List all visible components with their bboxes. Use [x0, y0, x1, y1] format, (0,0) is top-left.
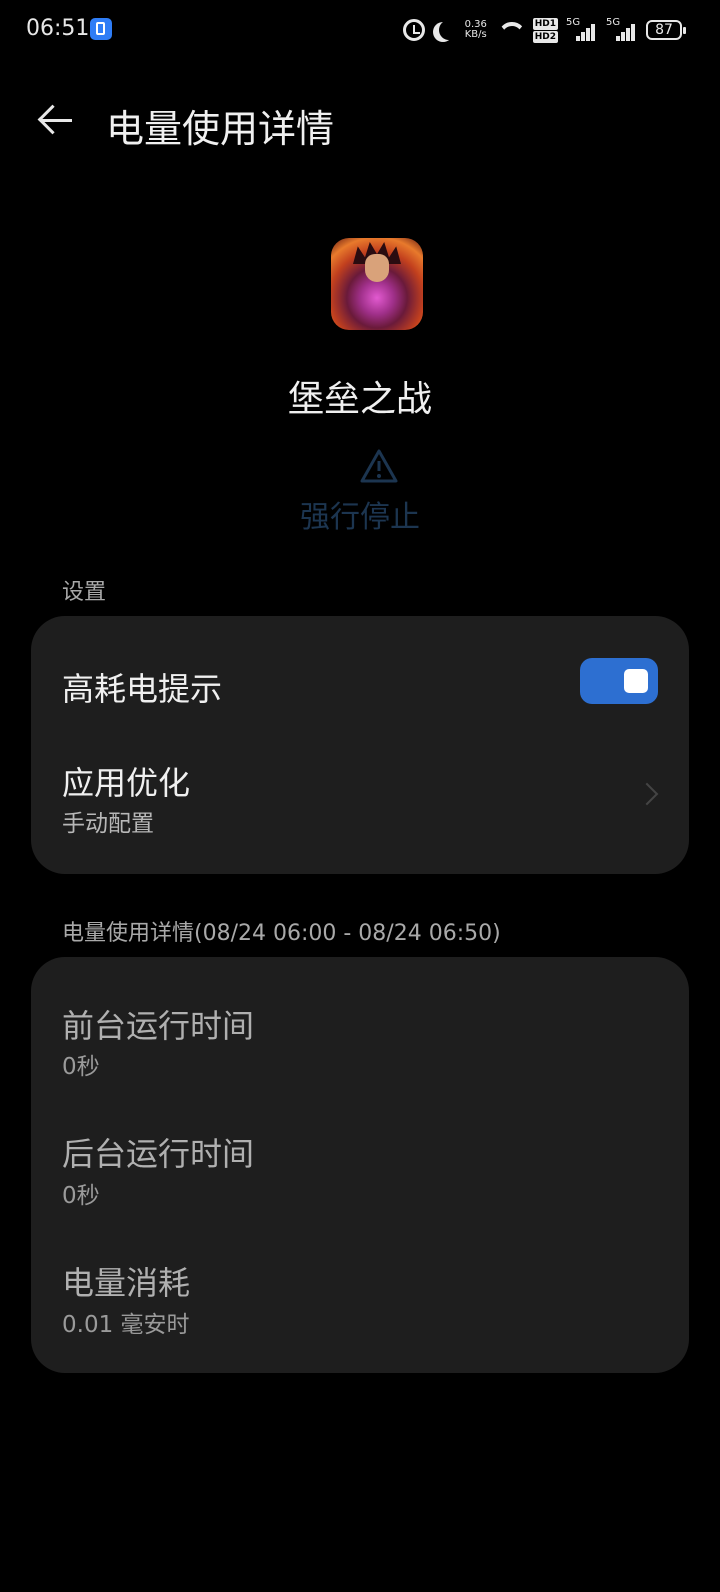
sig2-label: 5G: [606, 17, 621, 28]
page-title: 电量使用详情: [106, 107, 335, 151]
high-power-alert-toggle[interactable]: [580, 658, 658, 704]
usage-section-label: 电量使用详情(08/24 06:00 - 08/24 06:50): [62, 921, 501, 946]
background-time-value: 0秒: [62, 1183, 100, 1209]
network-speed: 0.36 KB/s: [461, 20, 491, 40]
hd-badge: HD1 HD2: [532, 17, 558, 43]
warning-icon: [360, 449, 398, 483]
foreground-time-label: 前台运行时间: [62, 1007, 255, 1045]
chevron-right-icon: [635, 782, 659, 806]
settings-section-label: 设置: [62, 580, 107, 605]
signal-icon-2: 5G: [606, 17, 638, 41]
hd1-label: HD1: [532, 17, 558, 30]
hd2-label: HD2: [532, 30, 558, 43]
app-optimization-value: 手动配置: [62, 811, 154, 837]
back-arrow-icon[interactable]: [36, 98, 80, 142]
status-icons: 0.36 KB/s HD1 HD2 5G 5G 87: [402, 14, 686, 46]
status-time: 06:51: [26, 16, 90, 41]
power-consumption-label: 电量消耗: [62, 1264, 191, 1302]
usage-card: 前台运行时间 0秒 后台运行时间 0秒 电量消耗 0.01 毫安时: [31, 957, 689, 1373]
battery-icon: 87: [646, 20, 686, 40]
app-icon: [331, 238, 423, 330]
app-notification-icon: [90, 18, 112, 40]
foreground-time-value: 0秒: [62, 1054, 100, 1080]
alarm-icon: [402, 19, 425, 41]
toggle-knob: [624, 669, 648, 693]
force-stop-button[interactable]: 强行停止: [0, 492, 720, 536]
wifi-icon: [499, 20, 525, 40]
status-bar: 06:51 0.36 KB/s HD1 HD2 5G 5G 87: [0, 0, 720, 60]
power-consumption-value: 0.01 毫安时: [62, 1312, 190, 1338]
settings-card: 高耗电提示 应用优化 手动配置: [31, 616, 689, 874]
signal-icon: 5G: [566, 17, 598, 41]
high-power-alert-label: 高耗电提示: [62, 670, 223, 708]
background-time-label: 后台运行时间: [62, 1135, 255, 1173]
moon-icon: [439, 20, 459, 40]
app-optimization-label: 应用优化: [62, 764, 191, 802]
app-name: 堡垒之战: [287, 379, 432, 420]
sig1-label: 5G: [566, 17, 581, 28]
net-speed-unit: KB/s: [464, 29, 487, 40]
